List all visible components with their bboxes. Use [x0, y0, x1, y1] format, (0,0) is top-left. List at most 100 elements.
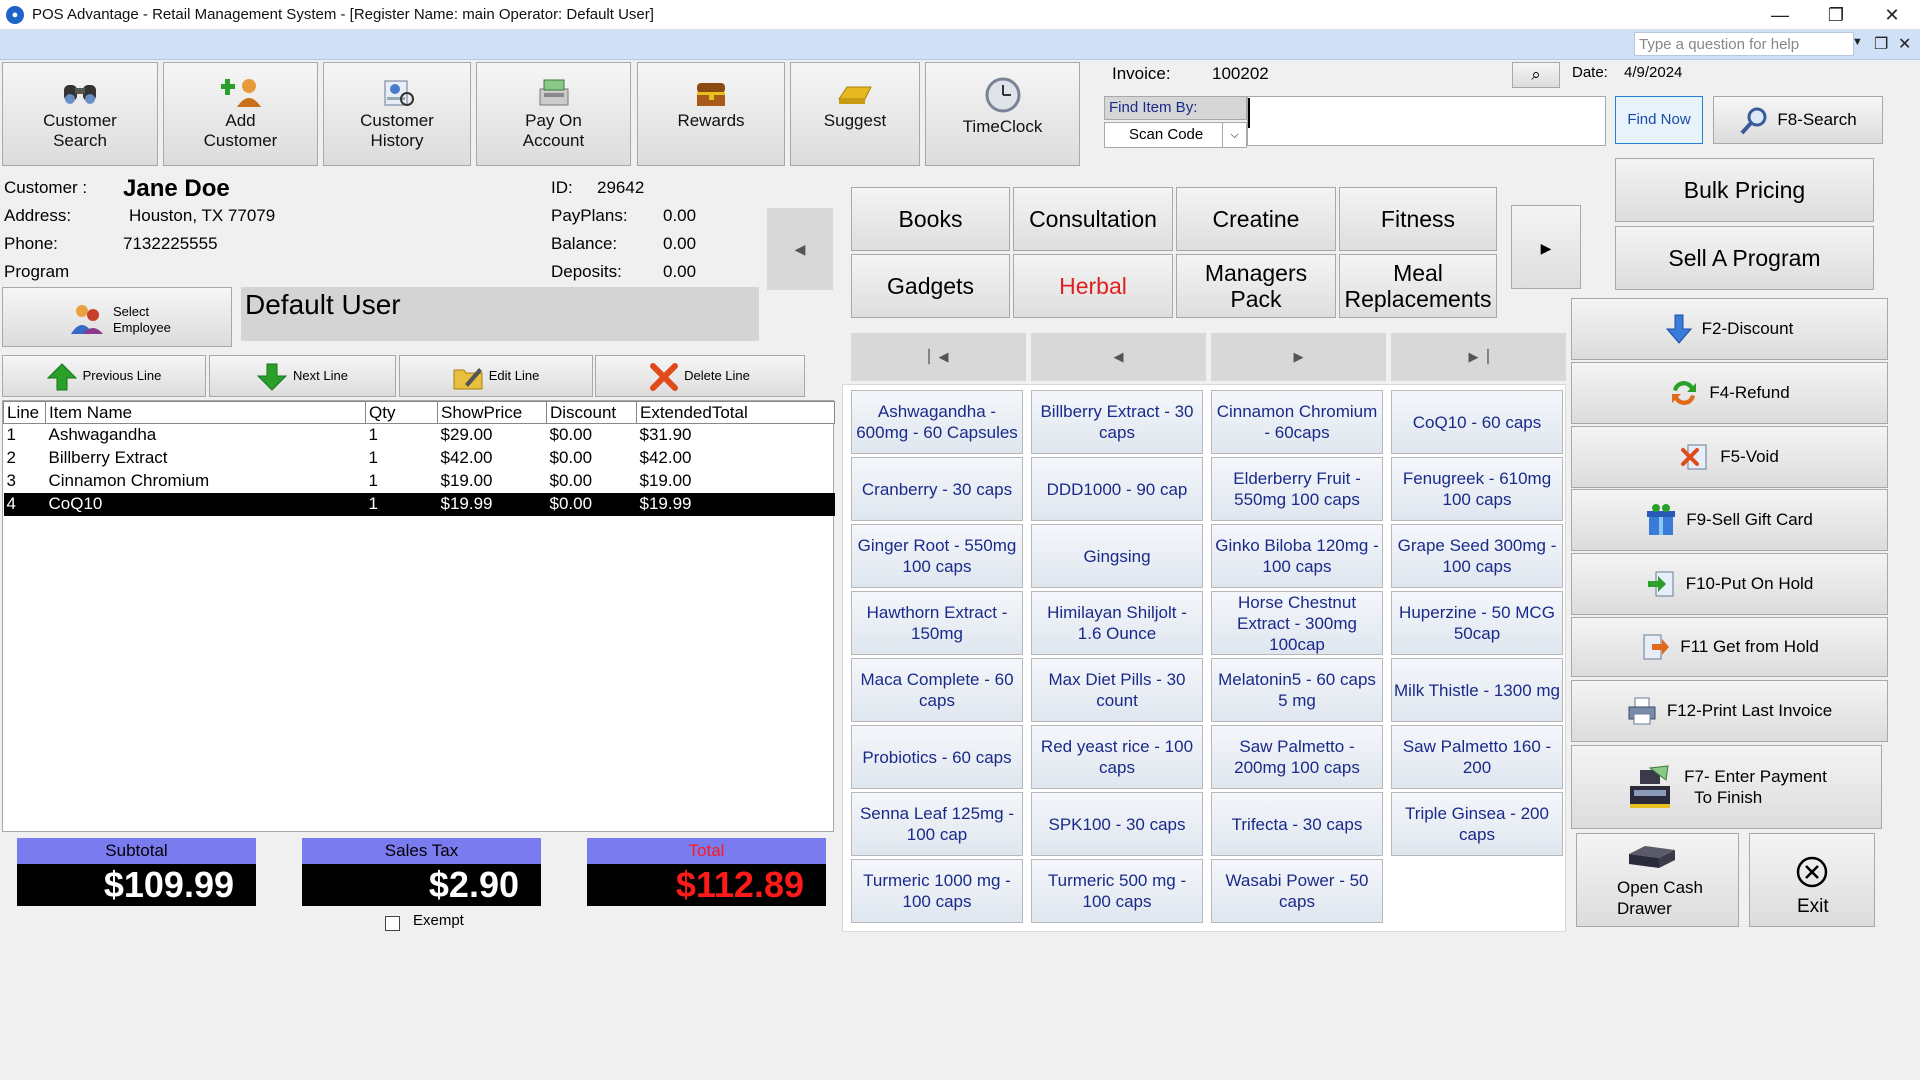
product-button[interactable]: Triple Ginsea - 200 caps [1391, 792, 1563, 856]
customer-history-button[interactable]: Customer History [323, 62, 471, 166]
delete-line-button[interactable]: Delete Line [595, 355, 805, 397]
next-line-button[interactable]: Next Line [209, 355, 396, 397]
product-button[interactable]: Max Diet Pills - 30 count [1031, 658, 1203, 722]
col-header-showprice[interactable]: ShowPrice [437, 401, 547, 424]
f12-print-last-invoice-button[interactable]: F12-Print Last Invoice [1571, 680, 1888, 742]
product-button[interactable]: Red yeast rice - 100 caps [1031, 725, 1203, 789]
next-page-button[interactable]: ▶ [1211, 333, 1386, 381]
select-employee-button[interactable]: Select Employee [2, 287, 232, 347]
product-button[interactable]: Grape Seed 300mg - 100 caps [1391, 524, 1563, 588]
product-button[interactable]: Senna Leaf 125mg - 100 cap [851, 792, 1023, 856]
category-next-button[interactable]: ▶ [1511, 205, 1581, 289]
product-button[interactable]: Hawthorn Extract - 150mg [851, 591, 1023, 655]
previous-line-label: Previous Line [82, 368, 162, 383]
category-gadgets[interactable]: Gadgets [851, 254, 1010, 318]
rewards-button[interactable]: Rewards [637, 62, 785, 166]
previous-line-button[interactable]: Previous Line [2, 355, 206, 397]
col-header-discount[interactable]: Discount [546, 401, 637, 424]
product-button[interactable]: Billberry Extract - 30 caps [1031, 390, 1203, 454]
prev-page-button[interactable]: ◀ [1031, 333, 1206, 381]
product-button[interactable]: Saw Palmetto 160 - 200 [1391, 725, 1563, 789]
edit-line-button[interactable]: Edit Line [399, 355, 593, 397]
f11-get-from-hold-button[interactable]: F11 Get from Hold [1571, 617, 1888, 677]
category-managers-pack[interactable]: Managers Pack [1176, 254, 1336, 318]
exempt-checkbox[interactable] [385, 916, 400, 931]
table-row[interactable]: 3 Cinnamon Chromium 1 $19.00 $0.00 $19.0… [4, 470, 835, 493]
add-customer-button[interactable]: Add Customer [163, 62, 318, 166]
product-button[interactable]: Huperzine - 50 MCG 50cap [1391, 591, 1563, 655]
subtotal-value: $109.99 [17, 864, 256, 906]
category-herbal[interactable]: Herbal [1013, 254, 1173, 318]
product-button[interactable]: Himilayan Shiljolt - 1.6 Ounce [1031, 591, 1203, 655]
product-button[interactable]: Ashwagandha - 600mg - 60 Capsules [851, 390, 1023, 454]
current-employee: Default User [241, 287, 759, 341]
col-header-qty[interactable]: Qty [365, 401, 438, 424]
product-button[interactable]: Melatonin5 - 60 caps 5 mg [1211, 658, 1383, 722]
product-button[interactable]: Cinnamon Chromium - 60caps [1211, 390, 1383, 454]
product-button[interactable]: Horse Chestnut Extract - 300mg 100cap [1211, 591, 1383, 655]
f5-void-button[interactable]: F5-Void [1571, 426, 1888, 488]
f9-gift-card-button[interactable]: F9-Sell Gift Card [1571, 489, 1888, 551]
category-consultation[interactable]: Consultation [1013, 187, 1173, 251]
window-title: POS Advantage - Retail Management System… [32, 6, 654, 23]
f7-enter-payment-button[interactable]: F7- Enter Payment To Finish [1571, 745, 1882, 829]
product-button[interactable]: Turmeric 1000 mg - 100 caps [851, 859, 1023, 923]
customer-label: Customer : [4, 178, 88, 197]
product-button[interactable]: Milk Thistle - 1300 mg [1391, 658, 1563, 722]
invoice-search-button[interactable]: ⌕ [1512, 62, 1560, 88]
category-fitness[interactable]: Fitness [1339, 187, 1497, 251]
customer-history-label-1: Customer [360, 111, 434, 130]
f8-search-button[interactable]: F8-Search [1713, 96, 1883, 144]
help-search-input[interactable]: Type a question for help [1634, 32, 1854, 56]
col-header-item-name[interactable]: Item Name [45, 401, 366, 424]
product-button[interactable]: Gingsing [1031, 524, 1203, 588]
product-button[interactable]: Elderberry Fruit - 550mg 100 caps [1211, 457, 1383, 521]
product-button[interactable]: SPK100 - 30 caps [1031, 792, 1203, 856]
product-button[interactable]: Maca Complete - 60 caps [851, 658, 1023, 722]
category-books[interactable]: Books [851, 187, 1010, 251]
suggest-button[interactable]: Suggest [790, 62, 920, 166]
find-item-input[interactable] [1247, 96, 1606, 146]
exit-button[interactable]: Exit [1749, 833, 1875, 927]
last-page-button[interactable]: ▶▕ [1391, 333, 1566, 381]
table-row[interactable]: 2 Billberry Extract 1 $42.00 $0.00 $42.0… [4, 447, 835, 470]
product-button[interactable]: Probiotics - 60 caps [851, 725, 1023, 789]
f2-discount-button[interactable]: F2-Discount [1571, 298, 1888, 360]
product-button[interactable]: Turmeric 500 mg - 100 caps [1031, 859, 1203, 923]
category-meal-replacements[interactable]: Meal Replacements [1339, 254, 1497, 318]
col-header-line[interactable]: Line [3, 401, 46, 424]
product-button[interactable]: Wasabi Power - 50 caps [1211, 859, 1383, 923]
product-button[interactable]: Trifecta - 30 caps [1211, 792, 1383, 856]
product-button[interactable]: Ginger Root - 550mg 100 caps [851, 524, 1023, 588]
category-prev-button[interactable]: ◀ [767, 208, 833, 290]
chevron-down-icon[interactable]: ⌵ [1222, 123, 1246, 147]
maximize-button[interactable]: ❐ [1808, 0, 1864, 30]
close-button[interactable]: ✕ [1864, 0, 1920, 30]
product-button[interactable]: CoQ10 - 60 caps [1391, 390, 1563, 454]
mdi-close-button[interactable]: ✕ [1898, 34, 1911, 54]
help-dropdown-icon[interactable]: ▼ [1852, 36, 1863, 48]
product-button[interactable]: Fenugreek - 610mg 100 caps [1391, 457, 1563, 521]
open-cash-drawer-button[interactable]: Open Cash Drawer [1576, 833, 1739, 927]
col-header-extendedtotal[interactable]: ExtendedTotal [636, 401, 835, 424]
pay-on-account-button[interactable]: Pay On Account [476, 62, 631, 166]
customer-search-button[interactable]: Customer Search [2, 62, 158, 166]
sell-program-button[interactable]: Sell A Program [1615, 226, 1874, 290]
sale-items-grid[interactable]: Line Item Name Qty ShowPrice Discount Ex… [2, 400, 835, 832]
product-button[interactable]: DDD1000 - 90 cap [1031, 457, 1203, 521]
bulk-pricing-button[interactable]: Bulk Pricing [1615, 158, 1874, 222]
minimize-button[interactable]: — [1752, 0, 1808, 30]
f4-refund-button[interactable]: F4-Refund [1571, 362, 1888, 424]
table-row-selected[interactable]: 4 CoQ10 1 $19.99 $0.00 $19.99 [3, 492, 835, 516]
product-button[interactable]: Cranberry - 30 caps [851, 457, 1023, 521]
f10-put-on-hold-button[interactable]: F10-Put On Hold [1571, 553, 1888, 615]
table-row[interactable]: 1 Ashwagandha 1 $29.00 $0.00 $31.90 [4, 424, 835, 447]
product-button[interactable]: Saw Palmetto - 200mg 100 caps [1211, 725, 1383, 789]
find-now-button[interactable]: Find Now [1615, 96, 1703, 144]
timeclock-button[interactable]: TimeClock [925, 62, 1080, 166]
category-creatine[interactable]: Creatine [1176, 187, 1336, 251]
mdi-restore-button[interactable]: ❐ [1874, 34, 1888, 54]
first-page-button[interactable]: ▏◀ [851, 333, 1026, 381]
product-button[interactable]: Ginko Biloba 120mg - 100 caps [1211, 524, 1383, 588]
find-by-select[interactable]: Scan Code ⌵ [1104, 122, 1247, 148]
